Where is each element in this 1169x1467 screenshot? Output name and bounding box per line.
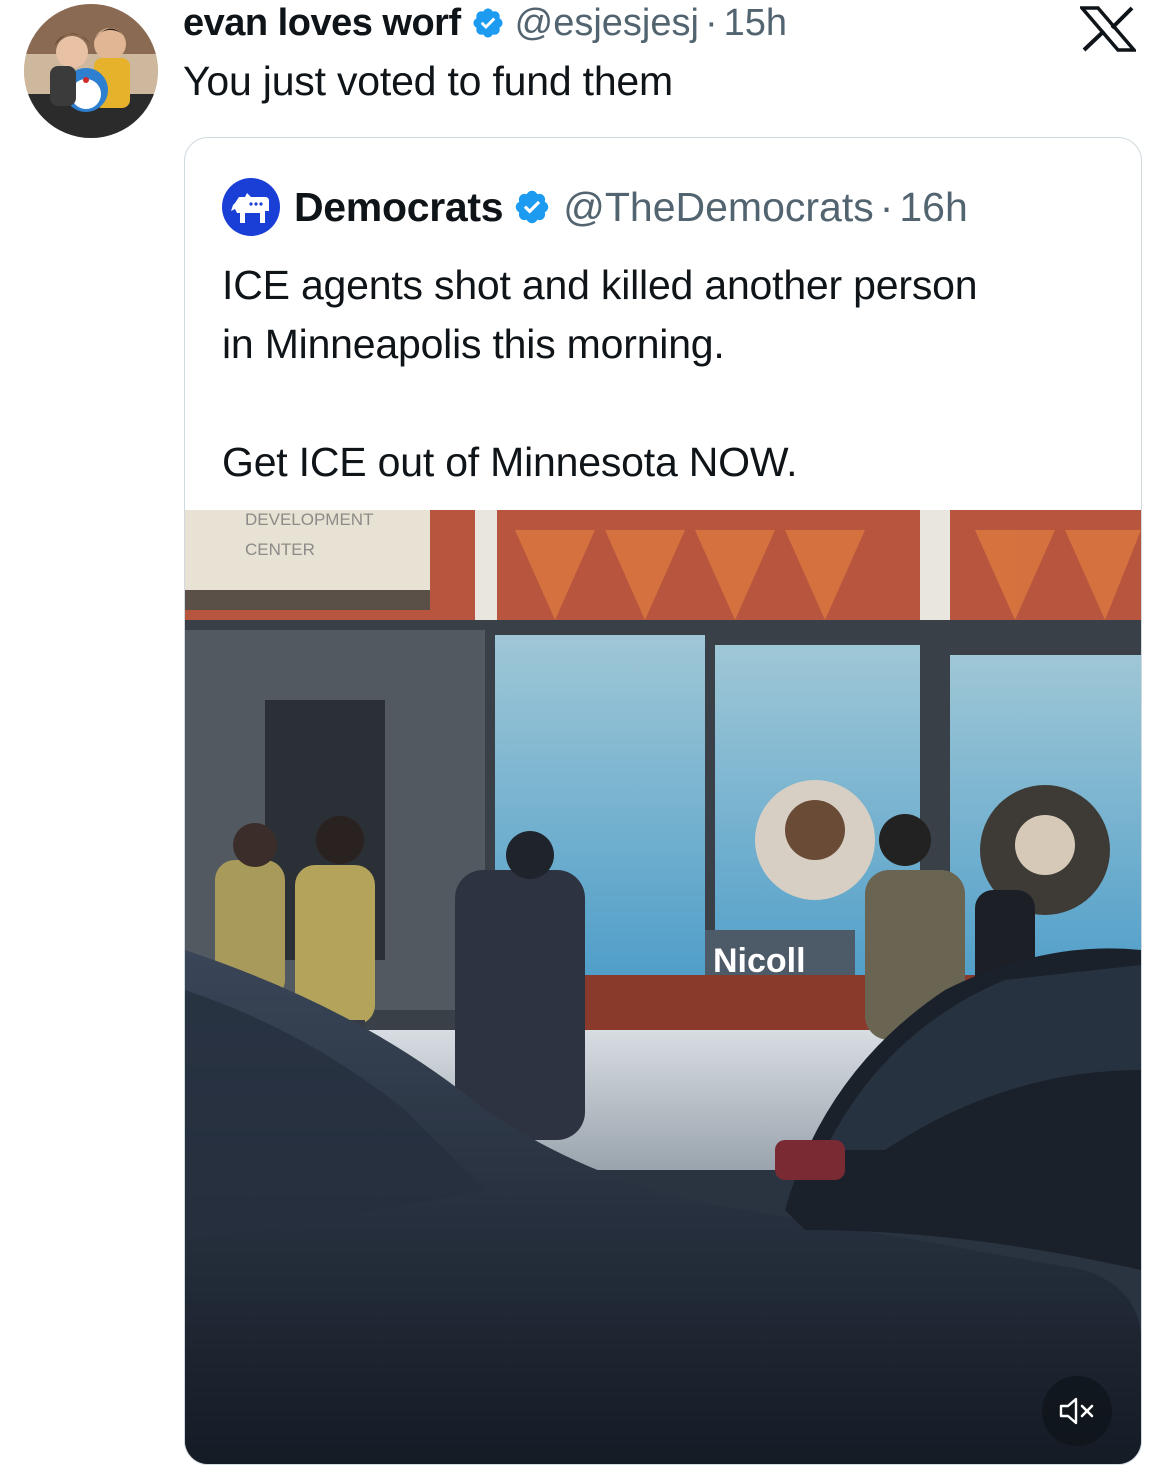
video-player[interactable]: DEVELOPMENT CENTER Nicoll bbox=[185, 510, 1141, 1464]
tweet-text: You just voted to fund them bbox=[183, 58, 673, 104]
mute-toggle-button[interactable] bbox=[1042, 1376, 1112, 1446]
quoted-tweet-text: ICE agents shot and killed another perso… bbox=[222, 256, 1122, 492]
quoted-text-line: in Minneapolis this morning. bbox=[222, 321, 725, 367]
quoted-text-line: ICE agents shot and killed another perso… bbox=[222, 262, 978, 308]
quoted-text-line: Get ICE out of Minnesota NOW. bbox=[222, 439, 798, 485]
tweet-timestamp[interactable]: 15h bbox=[724, 2, 787, 45]
x-logo-icon bbox=[1078, 6, 1138, 52]
storefront-text: Nicoll bbox=[713, 942, 806, 980]
democrats-donkey-logo[interactable] bbox=[222, 178, 280, 236]
quoted-display-name[interactable]: Democrats bbox=[294, 184, 504, 231]
separator-dot: · bbox=[704, 1, 718, 44]
sign-text-line: DEVELOPMENT bbox=[245, 510, 373, 529]
verified-badge-icon bbox=[471, 6, 505, 40]
quoted-handle[interactable]: @TheDemocrats bbox=[563, 184, 873, 231]
author-avatar[interactable] bbox=[24, 4, 158, 138]
author-handle[interactable]: @esjesjesj bbox=[515, 2, 699, 45]
quoted-timestamp[interactable]: 16h bbox=[899, 184, 967, 231]
separator-dot: · bbox=[879, 183, 894, 230]
video-frame: DEVELOPMENT CENTER Nicoll bbox=[185, 510, 1141, 1464]
tweet-header: evan loves worf @esjesjesj · 15h bbox=[183, 0, 787, 46]
sign-text-line: CENTER bbox=[245, 540, 315, 559]
quoted-tweet-card[interactable]: Democrats @TheDemocrats · 16h ICE agents… bbox=[184, 137, 1142, 1465]
quoted-tweet-header: Democrats @TheDemocrats · 16h bbox=[222, 178, 968, 236]
speaker-muted-icon bbox=[1059, 1397, 1094, 1425]
author-display-name[interactable]: evan loves worf bbox=[183, 2, 461, 45]
verified-badge-icon bbox=[513, 188, 551, 226]
